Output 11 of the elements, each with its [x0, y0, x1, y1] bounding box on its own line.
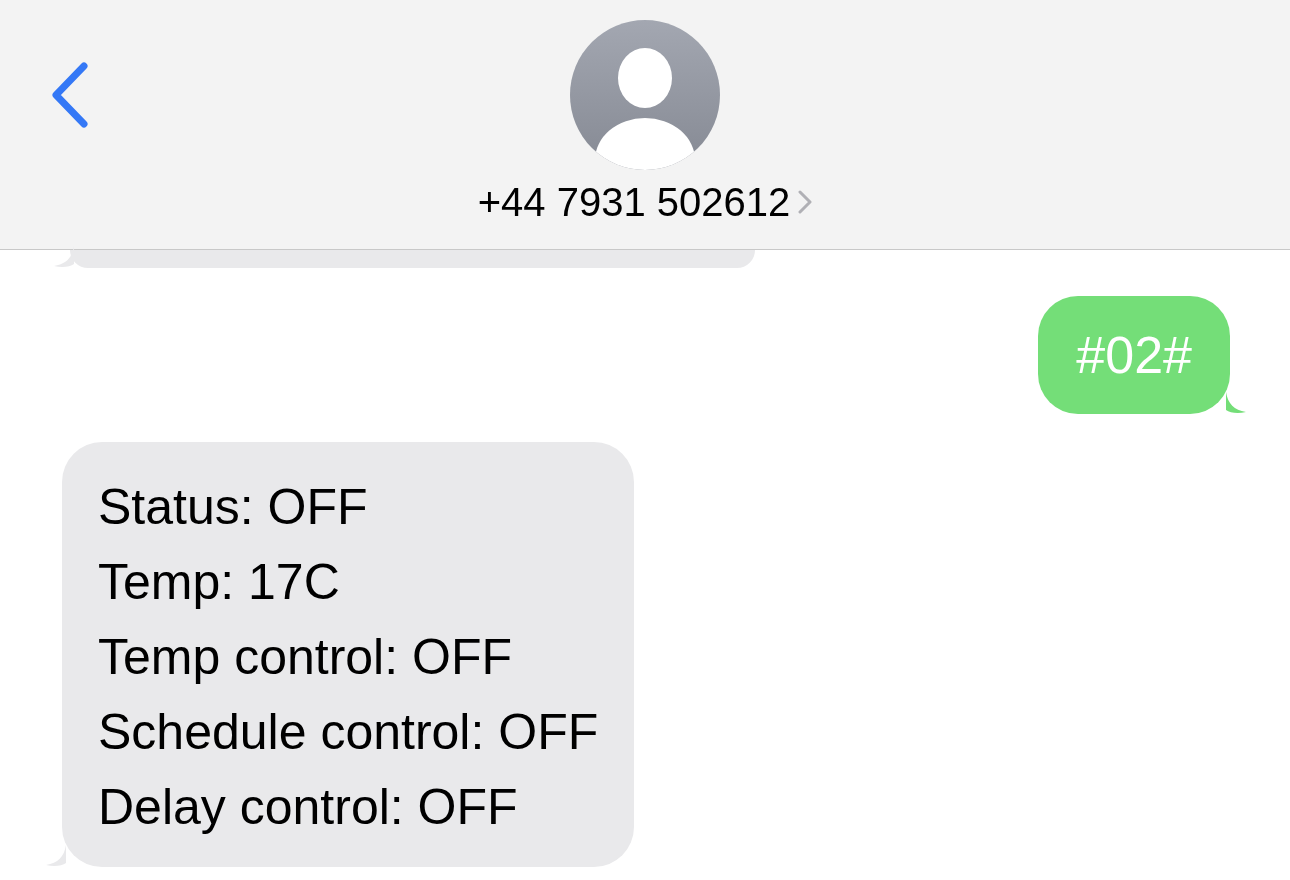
contact-name[interactable]: +44 7931 502612 — [477, 178, 791, 226]
message-text: Status: OFF — [98, 478, 369, 537]
chevron-icon — [798, 190, 813, 214]
message-text: #02# — [1076, 325, 1192, 386]
message-text: Temp control: OFF — [98, 628, 513, 687]
bubble-tail — [1226, 392, 1246, 414]
back-icon — [50, 62, 90, 128]
avatar-icon[interactable] — [570, 20, 720, 170]
message-text: Schedule control: OFF — [98, 703, 599, 762]
message-text: Delay control: OFF — [98, 778, 519, 837]
message-text: Temp: 17C — [98, 553, 341, 612]
